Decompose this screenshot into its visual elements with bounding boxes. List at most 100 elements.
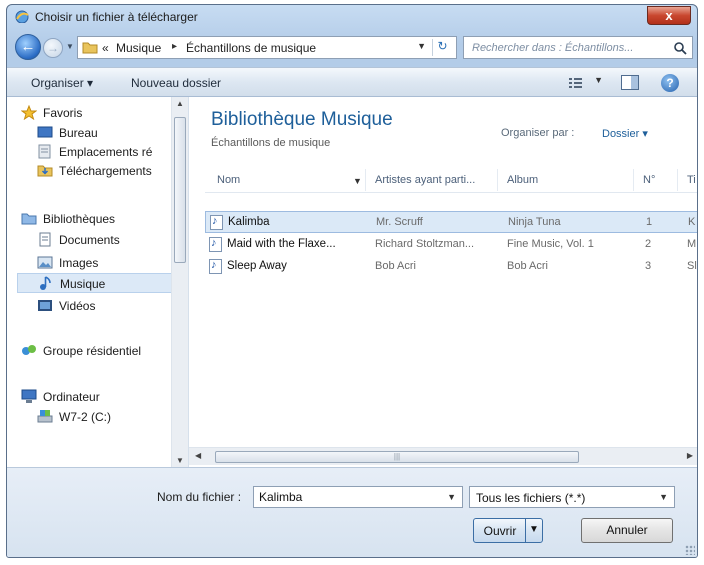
- nav-vertical-scrollbar[interactable]: ▲ ▼: [171, 97, 188, 467]
- views-icon[interactable]: [565, 76, 593, 90]
- nav-homegroup-label: Groupe résidentiel: [43, 344, 142, 358]
- column-header-number[interactable]: N°: [643, 174, 655, 186]
- file-album: Fine Music, Vol. 1: [507, 238, 594, 250]
- nav-item-label: Documents: [59, 233, 120, 247]
- filename-dropdown-icon[interactable]: ▼: [447, 492, 456, 502]
- column-header-artists[interactable]: Artistes ayant parti...: [375, 174, 475, 186]
- drive-icon: [37, 410, 53, 423]
- file-row[interactable]: Sleep Away Bob Acri Bob Acri 3 Sl: [205, 256, 697, 278]
- nav-favorites-label: Favoris: [43, 106, 83, 120]
- file-artist: Richard Stoltzman...: [375, 238, 475, 250]
- file-number: 2: [645, 238, 652, 250]
- star-icon: [21, 105, 37, 120]
- nav-item-musique[interactable]: Musique: [17, 273, 177, 293]
- command-toolbar: Organiser ▾ Nouveau dossier ▼ ?: [7, 67, 697, 97]
- views-dropdown-icon[interactable]: ▼: [594, 75, 603, 85]
- file-name: Sleep Away: [227, 260, 287, 272]
- nav-item-label: Images: [59, 256, 99, 270]
- homegroup-icon: [22, 345, 36, 355]
- library-subtitle: Échantillons de musique: [211, 137, 331, 149]
- file-row[interactable]: Kalimba Mr. Scruff Ninja Tuna 1 K: [205, 211, 697, 233]
- navigation-bar: ← → ▼ « Musique ▸ Échantillons de musiqu…: [13, 33, 693, 63]
- videos-icon: [38, 300, 52, 311]
- address-prefix[interactable]: «: [102, 41, 109, 55]
- column-header-album[interactable]: Album: [507, 174, 538, 186]
- file-type-filter[interactable]: Tous les fichiers (*.*) ▼: [469, 486, 675, 508]
- window-title: Choisir un fichier à télécharger: [35, 10, 198, 24]
- library-title: Bibliothèque Musique: [211, 109, 393, 130]
- open-button-label[interactable]: Ouvrir: [474, 524, 526, 538]
- scroll-right-icon[interactable]: ▶: [687, 451, 693, 460]
- filename-combobox[interactable]: ▼: [253, 486, 463, 508]
- open-button[interactable]: Ouvrir ▼: [473, 518, 543, 543]
- images-icon: [37, 256, 53, 269]
- new-folder-button[interactable]: Nouveau dossier: [131, 76, 221, 90]
- column-separator[interactable]: [633, 169, 634, 191]
- file-title: Sl: [687, 260, 697, 272]
- music-file-icon: [209, 259, 222, 274]
- column-dropdown-icon[interactable]: ▼: [353, 176, 362, 186]
- help-icon[interactable]: ?: [661, 74, 679, 92]
- close-button[interactable]: x: [647, 6, 691, 25]
- computer-icon: [21, 389, 37, 403]
- search-icon[interactable]: [673, 41, 687, 55]
- downloads-folder-icon: [37, 165, 53, 177]
- organize-menu[interactable]: Organiser ▾: [31, 76, 93, 90]
- arrange-by-label: Organiser par :: [501, 127, 575, 139]
- dialog-footer: Nom du fichier : ▼ Tous les fichiers (*.…: [7, 467, 697, 557]
- library-icon: [21, 213, 37, 225]
- documents-icon: [39, 232, 51, 247]
- cancel-button[interactable]: Annuler: [581, 518, 673, 543]
- history-dropdown-icon[interactable]: ▼: [66, 43, 74, 51]
- file-number: 1: [646, 216, 653, 228]
- filename-label: Nom du fichier :: [157, 490, 242, 504]
- forward-button[interactable]: →: [43, 38, 63, 58]
- arrange-by-dropdown[interactable]: Dossier ▾: [602, 127, 648, 140]
- nav-item-label: Vidéos: [59, 299, 96, 313]
- nav-item-label: W7-2 (C:): [59, 410, 111, 424]
- scroll-thumb[interactable]: [174, 117, 186, 263]
- scroll-left-icon[interactable]: ◀: [195, 451, 201, 460]
- scroll-down-icon[interactable]: ▼: [176, 456, 184, 465]
- column-separator[interactable]: [365, 169, 366, 191]
- address-dropdown-icon[interactable]: ▼: [417, 41, 426, 51]
- browser-icon: [15, 10, 29, 23]
- file-type-value: Tous les fichiers (*.*): [476, 491, 586, 505]
- back-button[interactable]: ←: [15, 34, 41, 60]
- file-artist: Mr. Scruff: [376, 216, 423, 228]
- refresh-icon[interactable]: ↻: [432, 39, 452, 56]
- column-headers: Nom ▼ Artistes ayant parti... Album N° T…: [205, 169, 697, 193]
- nav-libraries-label: Bibliothèques: [43, 212, 116, 226]
- breadcrumb-separator[interactable]: ▸: [172, 41, 177, 52]
- preview-pane-icon[interactable]: [621, 75, 639, 90]
- file-list-pane: Bibliothèque Musique Échantillons de mus…: [189, 97, 697, 467]
- search-box[interactable]: Rechercher dans : Échantillons...: [463, 36, 693, 59]
- column-header-title[interactable]: Ti: [687, 174, 696, 186]
- breadcrumb-musique[interactable]: Musique: [116, 41, 161, 55]
- music-file-icon: [210, 215, 223, 230]
- filename-input[interactable]: [254, 487, 442, 507]
- address-bar[interactable]: « Musique ▸ Échantillons de musique ▼ ↻: [77, 36, 457, 59]
- title-bar: Choisir un fichier à télécharger x: [7, 5, 697, 29]
- file-name: Kalimba: [228, 216, 270, 228]
- nav-item-label: Musique: [60, 277, 106, 291]
- column-header-name[interactable]: Nom: [217, 174, 240, 186]
- column-separator[interactable]: [497, 169, 498, 191]
- breadcrumb-echantillons[interactable]: Échantillons de musique: [186, 41, 316, 55]
- nav-item-label: Emplacements ré: [59, 145, 153, 159]
- nav-computer-label: Ordinateur: [43, 390, 100, 404]
- resize-grip-icon[interactable]: [685, 545, 695, 555]
- scroll-up-icon[interactable]: ▲: [176, 99, 184, 108]
- file-name: Maid with the Flaxe...: [227, 238, 336, 250]
- scroll-thumb[interactable]: |||: [215, 451, 579, 463]
- file-title: K: [688, 216, 696, 228]
- nav-item-label: Bureau: [59, 126, 98, 140]
- horizontal-scrollbar[interactable]: ◀ ||| ▶: [189, 447, 697, 465]
- column-separator[interactable]: [677, 169, 678, 191]
- file-row[interactable]: Maid with the Flaxe... Richard Stoltzman…: [205, 234, 697, 256]
- navigation-pane: Favoris Bureau Emplacements ré Télécharg…: [7, 97, 189, 467]
- search-placeholder: Rechercher dans : Échantillons...: [472, 42, 634, 54]
- file-title: M: [687, 238, 697, 250]
- file-type-dropdown-icon[interactable]: ▼: [659, 492, 668, 502]
- open-dropdown-icon[interactable]: ▼: [525, 519, 542, 542]
